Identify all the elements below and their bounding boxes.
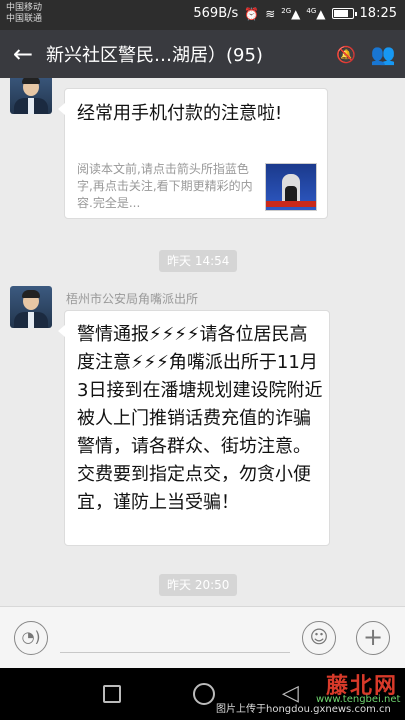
input-bar: ◔) ☺ + <box>0 606 405 668</box>
link-card-title: 经常用手机付款的注意啦! <box>77 103 283 124</box>
recents-icon[interactable] <box>103 685 121 703</box>
carrier-2: 中国联通 <box>6 14 43 24</box>
link-card-description: 阅读本文前,请点击箭头所指蓝色字,再点击关注,看下期更精彩的内容.完全是... <box>77 162 253 210</box>
watermark-url: www.tengbei.net <box>316 694 401 705</box>
emoji-icon[interactable]: ☺ <box>302 621 336 655</box>
timestamp: 昨天 20:50 <box>159 574 238 596</box>
signal-4g-icon: 4G▲ <box>306 6 326 21</box>
message-text: 警情通报⚡⚡⚡⚡请各位居民高度注意⚡⚡⚡角嘴派出所于11月3日接到在潘塘规划建设… <box>77 324 323 513</box>
wifi-icon: ≋ <box>265 6 276 21</box>
net-speed: 569B/s <box>193 6 239 21</box>
message-bubble[interactable]: 警情通报⚡⚡⚡⚡请各位居民高度注意⚡⚡⚡角嘴派出所于11月3日接到在潘塘规划建设… <box>58 310 330 546</box>
status-icons: 569B/s ⏰ ≋ 2G▲ 4G▲ 18:25 <box>193 6 397 21</box>
carrier-1: 中国移动 <box>6 3 43 13</box>
status-bar: 中国移动 中国联通 569B/s ⏰ ≋ 2G▲ 4G▲ 18:25 <box>0 0 405 30</box>
chat-header: ← 新兴社区警民…湖居）(95) 🔕 👥 <box>0 30 405 78</box>
battery-icon <box>331 8 357 19</box>
mute-bell-icon: 🔕 <box>336 44 356 64</box>
alarm-icon: ⏰ <box>244 6 260 21</box>
sender-name: 梧州市公安局角嘴派出所 <box>66 292 199 306</box>
message-input[interactable] <box>60 652 290 653</box>
timestamp: 昨天 14:54 <box>159 250 238 272</box>
voice-icon[interactable]: ◔) <box>14 621 48 655</box>
carrier-info: 中国移动 中国联通 <box>6 3 42 25</box>
link-card[interactable]: 经常用手机付款的注意啦! 阅读本文前,请点击箭头所指蓝色字,再点击关注,看下期更… <box>58 88 328 219</box>
back-arrow-icon[interactable]: ← <box>0 30 46 78</box>
home-icon[interactable] <box>193 683 215 705</box>
link-card-thumbnail <box>265 163 317 211</box>
clock: 18:25 <box>359 6 397 21</box>
avatar[interactable] <box>10 78 52 114</box>
chat-messages: 经常用手机付款的注意啦! 阅读本文前,请点击箭头所指蓝色字,再点击关注,看下期更… <box>0 78 405 606</box>
avatar[interactable] <box>10 286 52 328</box>
plus-icon[interactable]: + <box>356 621 390 655</box>
group-members-icon[interactable]: 👥 <box>361 42 405 66</box>
chat-title: 新兴社区警民…湖居）(95) <box>46 45 263 66</box>
signal-2g-icon: 2G▲ <box>281 6 301 21</box>
